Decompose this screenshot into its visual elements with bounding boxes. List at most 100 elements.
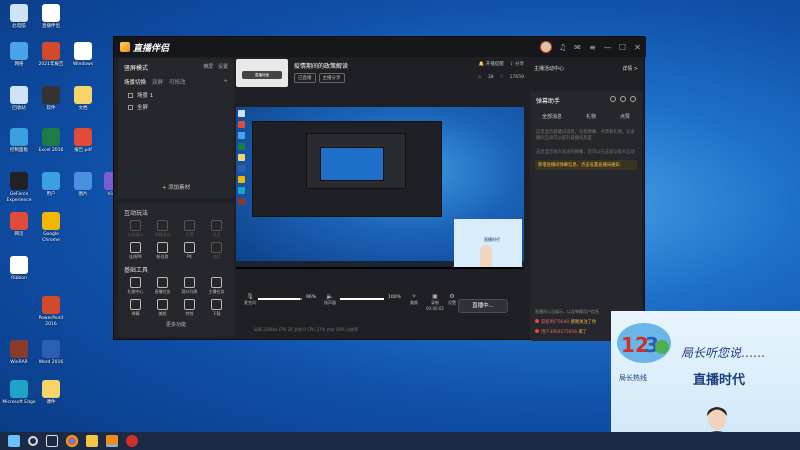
add-scene-icon[interactable]: + — [223, 78, 228, 86]
desktop-icon[interactable]: 报告.pdf — [66, 128, 100, 154]
desktop-icon[interactable]: 此电脑 — [2, 4, 36, 30]
tab-scene[interactable]: 场景切换 — [124, 78, 146, 86]
activity-detail-link[interactable]: 详情 > — [622, 65, 638, 72]
mode-dropdown[interactable]: 竖屏模式 — [124, 63, 148, 72]
menu-icon[interactable]: ≡ — [588, 43, 597, 52]
tab-edit[interactable]: 可修改 — [169, 78, 186, 86]
close-button[interactable]: ✕ — [633, 43, 642, 52]
desktop-icon[interactable]: Excel 2016 — [34, 128, 68, 154]
desktop-icon[interactable]: Windows — [66, 42, 100, 68]
filter-icon[interactable] — [610, 96, 616, 102]
desktop-icon[interactable]: 回收站 — [2, 86, 36, 112]
record-icon: ▣ — [432, 293, 438, 300]
tool-label: 弹幕滚动 — [154, 232, 171, 237]
speaker-slider[interactable] — [340, 298, 384, 300]
maximize-button[interactable]: ☐ — [618, 43, 627, 52]
tool-item[interactable]: 关注 — [203, 220, 230, 238]
chat-user[interactable]: 用户3950175656 — [541, 330, 577, 335]
settings-control[interactable]: ⚙ 设置 — [448, 293, 456, 306]
desktop-icon[interactable]: 网络 — [2, 42, 36, 68]
scene-item-label: 场景 1 — [137, 93, 154, 99]
tool-item[interactable]: 粉丝群 — [149, 242, 176, 260]
desktop-icon[interactable]: Ribbon — [2, 256, 36, 282]
beauty-control[interactable]: ✧ 美颜 — [410, 293, 418, 306]
scene-item[interactable]: 全屏 — [128, 103, 224, 111]
tool-icon — [184, 220, 195, 231]
room-title[interactable]: 疫情期间的政策解读 — [294, 61, 348, 70]
desktop-icon[interactable]: PowerPoint 2016 — [34, 296, 68, 327]
tool-item[interactable]: 特效 — [176, 299, 203, 317]
tool-item[interactable]: 礼物中心 — [122, 277, 149, 295]
tool-item[interactable]: 抽奖 — [203, 242, 230, 260]
tool-icon — [211, 220, 222, 231]
desktop-icon[interactable]: 图片 — [66, 172, 100, 198]
tool-item[interactable]: 观众列表 — [176, 277, 203, 295]
speaker-control[interactable]: 🔈 扬声器 — [324, 293, 336, 306]
settings-option[interactable]: 设置 — [218, 64, 228, 70]
desktop-icon[interactable]: 课件 — [34, 380, 68, 406]
live-status-button[interactable]: 直播中... — [458, 299, 508, 313]
live-app-icon[interactable] — [106, 435, 118, 447]
share-badge[interactable]: 主播分享 — [318, 73, 345, 83]
scene-item[interactable]: 场景 1 — [128, 91, 224, 99]
app-name: 直播伴侣 — [133, 43, 170, 54]
tab-likes[interactable]: 点赞 — [620, 113, 630, 120]
desktop-icon[interactable]: Google Chrome — [34, 212, 68, 243]
tab-dual[interactable]: 双屏 — [152, 78, 163, 86]
tool-item[interactable]: 主播任务 — [203, 277, 230, 295]
tool-item[interactable]: 弹幕 — [122, 299, 149, 317]
tool-item[interactable]: 连线PK — [122, 242, 149, 260]
remind-button[interactable]: 🔔 开播提醒 — [479, 61, 504, 67]
file-explorer-icon[interactable] — [86, 435, 98, 447]
mail-icon[interactable]: ✉ — [573, 43, 582, 52]
desktop-icon[interactable]: 网页 — [2, 212, 36, 238]
tool-item[interactable]: 点赞 — [176, 220, 203, 238]
headset-icon[interactable]: ♫ — [558, 43, 567, 52]
settings-icon[interactable] — [620, 96, 626, 102]
chat-user[interactable]: 游客用户5640 — [541, 320, 569, 325]
tab-all-messages[interactable]: 全部消息 — [542, 113, 562, 120]
search-icon[interactable] — [28, 436, 38, 446]
mic-control[interactable]: 🎙 麦克风 — [244, 293, 256, 306]
popout-icon[interactable] — [630, 96, 636, 102]
desktop-icon[interactable]: 2021年报告 — [34, 42, 68, 68]
tools-panel: 互动玩法 礼物展示 弹幕滚动 点赞 关注 连线PK 粉丝群 PK 抽奖 基础工具 礼物中心 直播… — [118, 203, 234, 337]
tool-item[interactable]: 礼物展示 — [122, 220, 149, 238]
desktop-icon[interactable]: 控制面板 — [2, 128, 36, 154]
desktop-icon[interactable]: 用户 — [34, 172, 68, 198]
desktop-icon[interactable]: Word 2016 — [34, 340, 68, 366]
online-count: 38 — [487, 75, 494, 80]
minimize-button[interactable]: — — [603, 43, 612, 52]
desktop-icon-image — [10, 42, 28, 60]
tool-item[interactable]: 直播任务 — [149, 277, 176, 295]
more-tools-button[interactable]: 更多功能 — [118, 321, 234, 328]
tool-item[interactable]: 下载 — [203, 299, 230, 317]
app-icon[interactable] — [126, 435, 138, 447]
tool-item[interactable]: 弹幕滚动 — [149, 220, 176, 238]
desktop-icon[interactable]: Microsoft Edge — [2, 380, 36, 406]
desktop-icon[interactable]: WinRAR — [2, 340, 36, 366]
desktop-icon[interactable]: GeForce Experience — [2, 172, 36, 203]
tool-item[interactable]: 美颜 — [149, 299, 176, 317]
mic-slider[interactable] — [258, 298, 302, 300]
windows-start-icon[interactable] — [8, 435, 20, 447]
desktop-icon[interactable]: 文档 — [66, 86, 100, 112]
tool-icon — [184, 299, 195, 310]
desktop-icon-image — [74, 172, 92, 190]
desktop-icon-label: 软件 — [46, 106, 56, 111]
tab-gifts[interactable]: 礼物 — [586, 113, 596, 120]
cover-thumbnail[interactable]: 直播封面 — [236, 59, 288, 87]
danmaku-tip[interactable]: 新增直播间弹幕信息，点击设置直播间通知 — [535, 160, 637, 170]
task-view-icon[interactable] — [46, 435, 58, 447]
landscape-option[interactable]: 横屏 — [203, 64, 213, 70]
desktop-icon-label: 课件 — [46, 400, 56, 405]
desktop-icon[interactable]: 软件 — [34, 86, 68, 112]
chrome-icon[interactable] — [66, 435, 78, 447]
user-avatar[interactable] — [540, 41, 552, 53]
activity-center-link[interactable]: 主播活动中心 — [534, 65, 564, 72]
desktop-icon[interactable]: 直播伴侣 — [34, 4, 68, 30]
add-material-button[interactable]: + 添加素材 — [118, 183, 234, 191]
tool-item[interactable]: PK — [176, 242, 203, 260]
record-control[interactable]: ▣ 录制 00:00:02 — [426, 293, 444, 311]
share-button[interactable]: ⇪ 分享 — [510, 61, 524, 67]
